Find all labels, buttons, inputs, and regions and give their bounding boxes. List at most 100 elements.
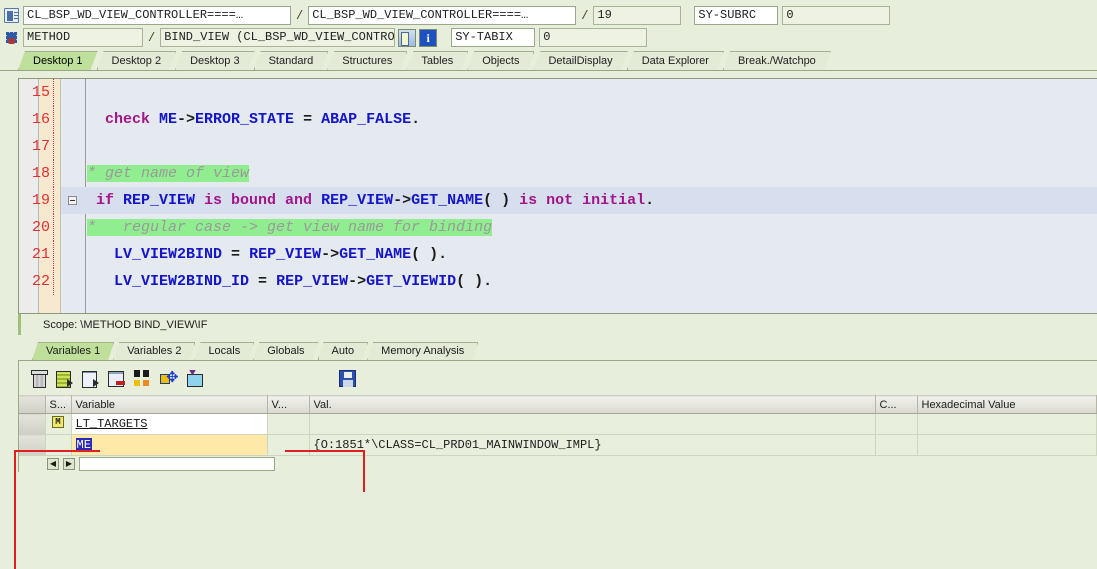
table-header-s[interactable]: S... bbox=[45, 395, 72, 414]
scope-label: Scope: \METHOD BIND_VIEW\IF bbox=[18, 314, 1097, 335]
table-header-v[interactable]: V... bbox=[267, 395, 310, 414]
remove-row-icon[interactable] bbox=[107, 369, 126, 388]
row-status-cell[interactable] bbox=[45, 413, 72, 435]
line-number-field[interactable]: 19 bbox=[593, 6, 682, 25]
sy-subrc-label-field[interactable]: SY-SUBRC bbox=[694, 6, 779, 25]
object-main-field[interactable]: CL_BSP_WD_VIEW_CONTROLLER====… bbox=[23, 6, 291, 25]
line-number: 15 bbox=[20, 79, 54, 106]
row-select-cell[interactable] bbox=[19, 434, 46, 456]
list-export-icon[interactable] bbox=[55, 369, 74, 388]
variable-name-cell[interactable]: LT_TARGETS bbox=[71, 413, 268, 435]
variables-tab-auto[interactable]: Auto bbox=[318, 342, 369, 360]
table-header-val[interactable]: Val. bbox=[309, 395, 876, 414]
sy-subrc-value-field[interactable]: 0 bbox=[782, 6, 891, 25]
object-include-field[interactable]: CL_BSP_WD_VIEW_CONTROLLER====… bbox=[308, 6, 577, 25]
variables-tab-locals[interactable]: Locals bbox=[194, 342, 254, 360]
table-header-select[interactable] bbox=[19, 395, 46, 414]
main-tab-break-watchpo[interactable]: Break./Watchpo bbox=[723, 51, 831, 70]
line-number: 21 bbox=[20, 241, 54, 268]
table-row[interactable]: LT_TARGETS bbox=[19, 413, 1097, 435]
variable-name-cell[interactable]: ME bbox=[71, 434, 268, 456]
main-tab-desktop-1[interactable]: Desktop 1 bbox=[18, 51, 98, 70]
detail-display-icon[interactable] bbox=[81, 369, 100, 388]
variables-toolbar bbox=[19, 361, 1097, 395]
code-token: GET_NAME bbox=[411, 192, 484, 209]
main-tab-data-explorer[interactable]: Data Explorer bbox=[627, 51, 724, 70]
code-token: is not initial bbox=[510, 192, 646, 209]
code-line[interactable]: 18 * get name of view bbox=[32, 160, 1097, 187]
code-token: * get name of view bbox=[87, 165, 250, 182]
value-type-cell[interactable] bbox=[267, 413, 310, 435]
row-status-cell[interactable] bbox=[45, 434, 72, 456]
main-tab-standard[interactable]: Standard bbox=[254, 51, 329, 70]
info-icon[interactable] bbox=[419, 28, 438, 47]
next-icon[interactable]: ▶ bbox=[63, 458, 75, 470]
main-tab-objects[interactable]: Objects bbox=[467, 51, 534, 70]
main-tab-desktop-3[interactable]: Desktop 3 bbox=[175, 51, 255, 70]
main-tab-desktop-2[interactable]: Desktop 2 bbox=[97, 51, 177, 70]
annotation-mark-left-vertical bbox=[14, 450, 16, 569]
separator-slash-1: / bbox=[296, 8, 304, 23]
debugger-toolbar: CL_BSP_WD_VIEW_CONTROLLER====… / CL_BSP_… bbox=[0, 0, 1097, 47]
program-doc-icon[interactable] bbox=[4, 8, 19, 23]
code-token: REP_VIEW bbox=[249, 246, 322, 263]
new-variable-input[interactable] bbox=[79, 457, 275, 471]
flag-icon bbox=[52, 416, 64, 428]
table-icon[interactable] bbox=[398, 28, 417, 47]
table-row[interactable]: ME {O:1851*\CLASS=CL_PRD01_MAINWINDOW_IMP… bbox=[19, 434, 1097, 456]
move-variable-icon[interactable] bbox=[159, 368, 179, 388]
code-line[interactable]: 17 bbox=[32, 133, 1097, 160]
code-line[interactable]: 16 check ME->ERROR_STATE = ABAP_FALSE. bbox=[32, 106, 1097, 133]
code-token: if bbox=[87, 192, 124, 209]
folder-icon[interactable] bbox=[185, 369, 204, 388]
table-header-hexadecimal-value[interactable]: Hexadecimal Value bbox=[917, 395, 1097, 414]
variables-tab-variables-1[interactable]: Variables 1 bbox=[32, 342, 114, 360]
code-line[interactable]: 21 LV_VIEW2BIND = REP_VIEW->GET_NAME( ). bbox=[32, 241, 1097, 268]
main-tab-tables[interactable]: Tables bbox=[406, 51, 468, 70]
code-token: GET_VIEWID bbox=[366, 273, 457, 290]
c-cell[interactable] bbox=[875, 413, 918, 435]
hex-value-cell[interactable] bbox=[917, 434, 1097, 456]
debug-gear-icon[interactable] bbox=[4, 30, 19, 45]
table-header-variable[interactable]: Variable bbox=[71, 395, 268, 414]
save-icon[interactable] bbox=[339, 369, 356, 387]
code-line[interactable]: ⇨19 if REP_VIEW is bound and REP_VIEW->G… bbox=[32, 187, 1097, 214]
download-all-icon[interactable] bbox=[133, 369, 152, 388]
value-type-cell[interactable] bbox=[267, 434, 310, 456]
fold-toggle-icon[interactable] bbox=[63, 187, 81, 214]
annotation-mark-mid-horizontal bbox=[285, 450, 365, 452]
hex-value-cell[interactable] bbox=[917, 413, 1097, 435]
delete-variable-icon[interactable] bbox=[29, 369, 48, 388]
row-select-cell[interactable] bbox=[19, 413, 46, 435]
code-token: LV_VIEW2BIND_ID bbox=[114, 273, 250, 290]
code-token: ( ) bbox=[483, 192, 511, 209]
code-token: = bbox=[249, 273, 277, 290]
variables-content: S...VariableV...Val.C...Hexadecimal Valu… bbox=[18, 361, 1097, 472]
code-token: check bbox=[87, 111, 160, 128]
code-line[interactable]: 22 LV_VIEW2BIND_ID = REP_VIEW->GET_VIEWI… bbox=[32, 268, 1097, 295]
inline-entry-row[interactable]: ◀ ▶ bbox=[19, 456, 1097, 472]
sy-tabix-value-field[interactable]: 0 bbox=[539, 28, 648, 47]
code-token: ABAP_FALSE bbox=[321, 111, 412, 128]
sy-tabix-label-field[interactable]: SY-TABIX bbox=[451, 28, 536, 47]
prev-icon[interactable]: ◀ bbox=[47, 458, 59, 470]
main-tab-structures[interactable]: Structures bbox=[327, 51, 407, 70]
event-type-field[interactable]: METHOD bbox=[23, 28, 143, 47]
variables-tab-globals[interactable]: Globals bbox=[253, 342, 318, 360]
variables-tab-variables-2[interactable]: Variables 2 bbox=[113, 342, 195, 360]
main-tab-detaildisplay[interactable]: DetailDisplay bbox=[533, 51, 627, 70]
source-editor[interactable]: 15 16 check ME->ERROR_STATE = ABAP_FALSE.… bbox=[18, 78, 1097, 314]
code-area[interactable]: 15 16 check ME->ERROR_STATE = ABAP_FALSE.… bbox=[32, 79, 1097, 313]
variables-tab-memory-analysis[interactable]: Memory Analysis bbox=[367, 342, 478, 360]
code-line[interactable]: 15 bbox=[32, 79, 1097, 106]
code-token: LV_VIEW2BIND bbox=[114, 246, 223, 263]
c-cell[interactable] bbox=[875, 434, 918, 456]
event-name-field[interactable]: BIND_VIEW (CL_BSP_WD_VIEW_CONTROLLER) bbox=[160, 28, 396, 47]
table-header-c[interactable]: C... bbox=[875, 395, 918, 414]
code-token: -> bbox=[321, 246, 340, 263]
value-cell[interactable] bbox=[309, 413, 876, 435]
code-line[interactable]: 20 * regular case -> get view name for bi… bbox=[32, 214, 1097, 241]
annotation-mark-mid-vertical bbox=[363, 450, 365, 492]
line-number: 22 bbox=[20, 268, 54, 295]
value-cell[interactable]: {O:1851*\CLASS=CL_PRD01_MAINWINDOW_IMPL} bbox=[309, 434, 876, 456]
